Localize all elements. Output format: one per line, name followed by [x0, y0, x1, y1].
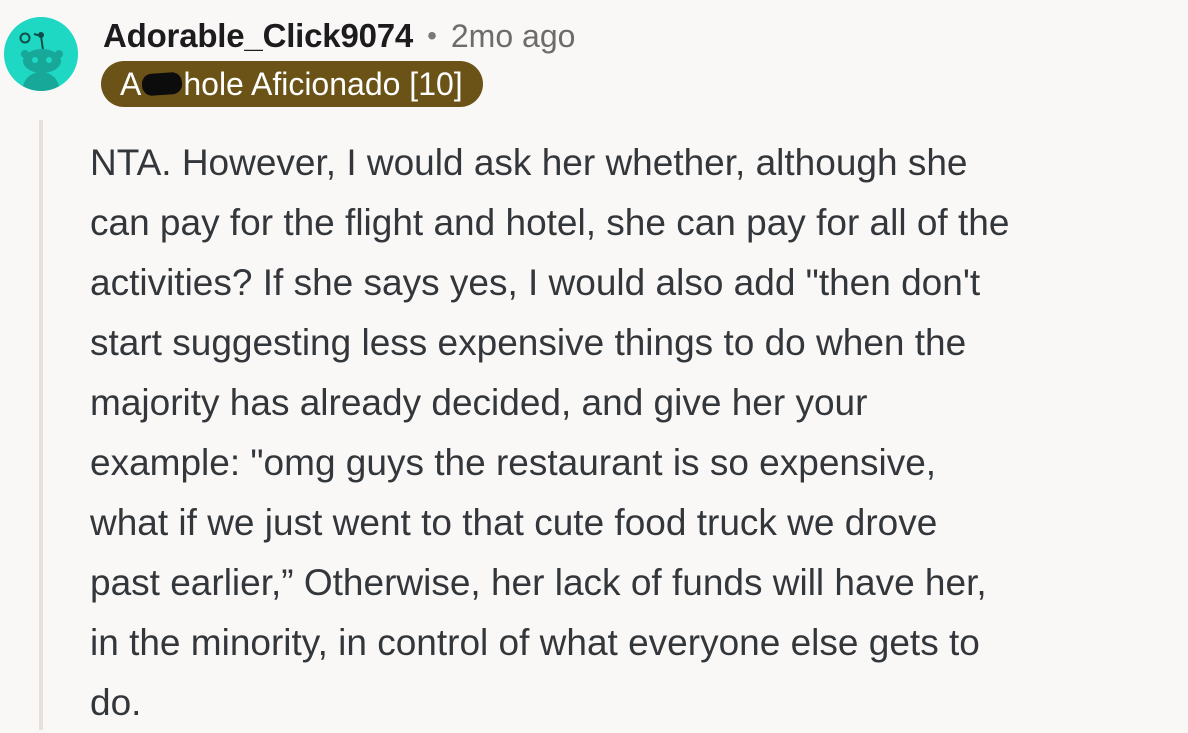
comment-body-line: NTA. However, I would ask her whether, a… [90, 142, 968, 183]
comment-timestamp[interactable]: 2mo ago [451, 18, 576, 55]
separator-dot: • [427, 20, 437, 51]
redaction-mark [141, 71, 184, 97]
comment-body-line: start suggesting less expensive things t… [90, 322, 967, 363]
comment-body-line: what if we just went to that cute food t… [90, 502, 938, 543]
comment-body-line: can pay for the flight and hotel, she ca… [90, 202, 1010, 243]
snoo-icon [4, 17, 78, 91]
user-avatar-icon[interactable] [4, 17, 78, 91]
thread-collapse-line[interactable] [39, 120, 43, 730]
comment-body-line: majority has already decided, and give h… [90, 382, 868, 423]
comment-body-line: do. [90, 682, 142, 723]
comment-body-line: example: "omg guys the restaurant is so … [90, 442, 937, 483]
flair-text-prefix: A [120, 65, 142, 102]
comment-body-line: past earlier,” Otherwise, her lack of fu… [90, 562, 987, 603]
comment-meta: Adorable_Click9074 • 2mo ago [103, 14, 575, 58]
comment: Adorable_Click9074 • 2mo ago Ahole Afici… [0, 0, 1188, 730]
user-flair-badge: Ahole Aficionado [10] [101, 61, 483, 107]
username-link[interactable]: Adorable_Click9074 [103, 17, 413, 55]
comment-body: NTA. However, I would ask her whether, a… [90, 133, 1185, 733]
comment-body-line: in the minority, in control of what ever… [90, 622, 980, 663]
comment-body-line: activities? If she says yes, I would als… [90, 262, 981, 303]
flair-text-suffix: hole Aficionado [10] [183, 65, 463, 102]
